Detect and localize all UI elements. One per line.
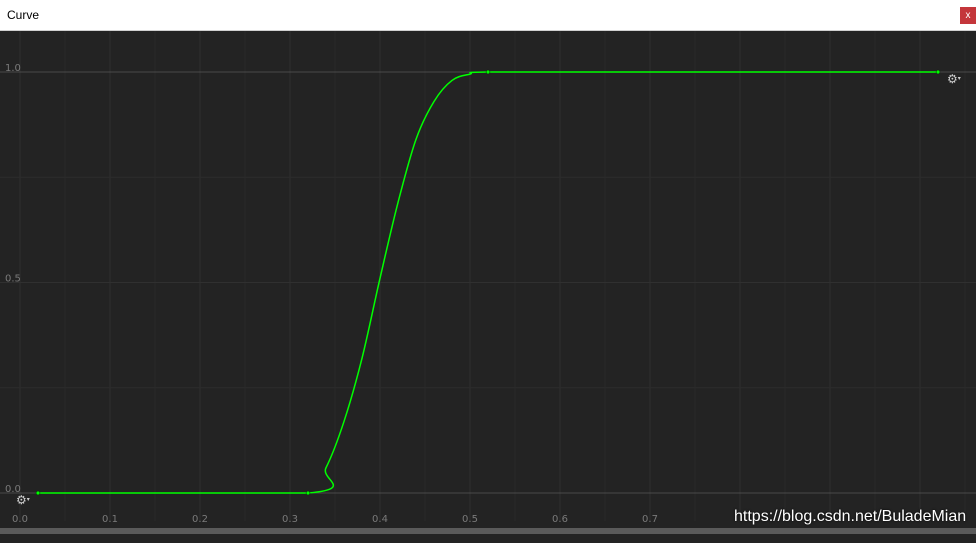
keyframe-point[interactable] <box>35 490 41 496</box>
y-tick-label: 0.5 <box>5 274 21 285</box>
keyframe-point[interactable] <box>485 69 491 75</box>
x-tick-label: 0.0 <box>12 514 28 525</box>
close-button[interactable]: x <box>960 7 976 24</box>
x-tick-label: 0.3 <box>282 514 298 525</box>
keyframe-point[interactable] <box>935 69 941 75</box>
x-tick-label: 0.7 <box>642 514 658 525</box>
gear-icon-left[interactable]: ⚙▾ <box>16 494 30 506</box>
keyframe-point[interactable] <box>305 490 311 496</box>
curve-chart[interactable]: 0.0 0.1 0.2 0.3 0.4 0.5 0.6 0.7 0.00.51.0 <box>0 31 976 539</box>
window-title: Curve <box>7 8 40 22</box>
y-tick-label: 1.0 <box>5 63 21 74</box>
x-tick-label: 0.1 <box>102 514 118 525</box>
x-tick-label: 0.6 <box>552 514 568 525</box>
horizontal-scrollbar[interactable] <box>0 528 976 534</box>
curve-window: Curve x 0.0 0.1 0.2 0.3 0.4 0.5 0.6 0.7 0.0 0.5 1… <box>0 0 976 539</box>
x-tick-label: 0.2 <box>192 514 208 525</box>
title-bar[interactable]: Curve x <box>0 0 976 31</box>
watermark-text: https://blog.csdn.net/BuladeMian <box>734 508 967 525</box>
x-tick-label: 0.4 <box>372 514 388 525</box>
curve-editor-plot[interactable]: 0.0 0.1 0.2 0.3 0.4 0.5 0.6 0.7 0.0 0.5 1.0 <box>0 31 976 539</box>
x-tick-label: 0.5 <box>462 514 478 525</box>
gear-icon-right[interactable]: ⚙▾ <box>947 73 961 85</box>
